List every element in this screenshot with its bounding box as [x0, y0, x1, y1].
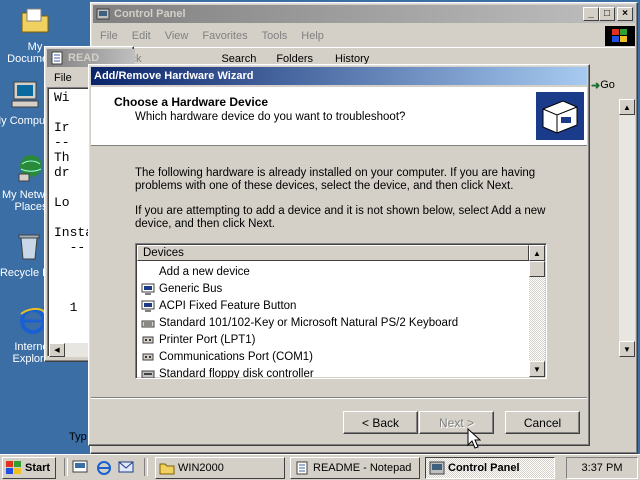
taskbar-divider [64, 458, 68, 476]
windows-logo [605, 26, 635, 46]
computer-icon [11, 81, 39, 108]
maximize-button[interactable]: □ [599, 7, 615, 21]
blank-icon [141, 266, 155, 278]
devices-scroll-thumb[interactable] [529, 261, 545, 277]
device-list-item[interactable]: Add a new device [137, 263, 529, 280]
clock[interactable]: 3:37 PM [582, 462, 623, 474]
control-panel-icon [96, 8, 110, 20]
task-readme-notepad[interactable]: README - Notepad [290, 457, 420, 479]
back-button[interactable]: < Back [343, 411, 418, 434]
task-label: Control Panel [448, 462, 520, 474]
device-list-item[interactable]: Standard floppy disk controller [137, 365, 529, 379]
notepad-icon [51, 51, 63, 65]
show-desktop-icon[interactable] [72, 459, 88, 475]
device-label: ACPI Fixed Feature Button [159, 299, 297, 312]
windows-flag-icon [612, 29, 627, 42]
mouse-cursor-icon [467, 428, 481, 449]
task-control-panel[interactable]: Control Panel [425, 457, 555, 479]
wizard-separator [91, 397, 587, 399]
menu-file[interactable]: File [93, 27, 125, 45]
devices-column-header[interactable]: Devices [137, 245, 529, 261]
devices-list: Add a new device Generic Bus ACPI Fixed Fe… [137, 263, 529, 379]
menu-tools[interactable]: Tools [255, 27, 295, 45]
windows-start-icon [6, 461, 21, 474]
outlook-quicklaunch-icon[interactable] [118, 459, 134, 475]
device-label: Generic Bus [159, 282, 223, 295]
device-list-item[interactable]: ACPI Fixed Feature Button [137, 297, 529, 314]
task-label: README - Notepad [313, 462, 412, 474]
device-label: Communications Port (COM1) [159, 350, 314, 363]
network-places-icon [18, 155, 42, 182]
system-tray: 3:37 PM [566, 457, 638, 479]
recycle-bin-icon [18, 234, 40, 260]
notepad-icon [296, 461, 308, 475]
menu-favorites[interactable]: Favorites [195, 27, 254, 45]
minimize-button[interactable]: _ [583, 7, 599, 21]
monitor-icon [141, 283, 155, 295]
hardware-wizard-icon [536, 92, 584, 140]
port-icon [142, 353, 154, 360]
next-button[interactable]: Next > [419, 411, 494, 434]
taskbar: Start WIN2000 README - Notepad Control P… [0, 454, 640, 480]
devices-listview[interactable]: Devices Add a new device Generic Bus ACPI … [135, 243, 547, 379]
wizard-header-subtitle: Which hardware device do you want to tro… [135, 111, 406, 123]
device-label: Add a new device [159, 265, 250, 278]
window-title: Control Panel [114, 8, 186, 20]
device-list-item[interactable]: Printer Port (LPT1) [137, 331, 529, 348]
monitor-icon [141, 300, 155, 312]
devices-scrollbar[interactable]: ▲ ▼ [529, 245, 545, 377]
port-icon [142, 336, 154, 343]
control-panel-icon [429, 461, 445, 475]
notepad-title: READ [68, 52, 100, 64]
control-panel-titlebar[interactable]: Control Panel _ □ × [93, 5, 635, 23]
device-label: Printer Port (LPT1) [159, 333, 256, 346]
wizard-header-title: Choose a Hardware Device [114, 95, 269, 109]
go-label: Go [600, 79, 615, 91]
close-button[interactable]: × [617, 7, 633, 21]
wizard-titlebar[interactable]: Add/Remove Hardware Wizard [91, 67, 587, 85]
cp-scrollbar[interactable]: ▲ ▼ [619, 99, 635, 357]
devices-scroll-down[interactable]: ▼ [529, 361, 545, 377]
go-arrow-icon: ➜ [591, 79, 601, 92]
menu-edit[interactable]: Edit [125, 27, 158, 45]
device-list-item[interactable]: Communications Port (COM1) [137, 348, 529, 365]
device-list-item[interactable]: Generic Bus [137, 280, 529, 297]
folder-icon [159, 463, 175, 475]
devices-scroll-up[interactable]: ▲ [529, 245, 545, 261]
scroll-left-button[interactable]: ◀ [49, 343, 65, 357]
wizard-paragraph-2: If you are attempting to add a device an… [135, 205, 546, 230]
menu-bar: File Edit View Favorites Tools Help [93, 25, 635, 47]
task-win2000[interactable]: WIN2000 [155, 457, 285, 479]
wizard-title: Add/Remove Hardware Wizard [94, 70, 254, 82]
keyboard-icon [141, 320, 155, 327]
menu-view[interactable]: View [158, 27, 196, 45]
notepad-menu-file[interactable]: File [47, 69, 79, 87]
device-list-item[interactable]: Standard 101/102-Key or Microsoft Natura… [137, 314, 529, 331]
wizard-header: Choose a Hardware Device Which hardware … [91, 87, 587, 146]
device-label: Standard floppy disk controller [159, 367, 314, 379]
start-button[interactable]: Start [2, 457, 56, 479]
menu-help[interactable]: Help [294, 27, 331, 45]
go-button[interactable]: ➜ Go [591, 75, 631, 95]
start-label: Start [25, 462, 51, 474]
cancel-button[interactable]: Cancel [505, 411, 580, 434]
taskbar-divider [144, 458, 148, 476]
task-label: WIN2000 [178, 462, 224, 474]
scroll-down-button[interactable]: ▼ [619, 341, 635, 357]
hardware-wizard-dialog: Add/Remove Hardware Wizard Choose a Hard… [88, 64, 590, 446]
floppy-controller-icon [141, 370, 155, 378]
wizard-paragraph-1: The following hardware is already instal… [135, 167, 536, 192]
folder-documents-icon [21, 8, 49, 33]
scroll-up-button[interactable]: ▲ [619, 99, 635, 115]
status-text: Typ [69, 431, 87, 443]
device-label: Standard 101/102-Key or Microsoft Natura… [159, 316, 459, 329]
internet-explorer-quicklaunch-icon[interactable] [96, 459, 112, 475]
